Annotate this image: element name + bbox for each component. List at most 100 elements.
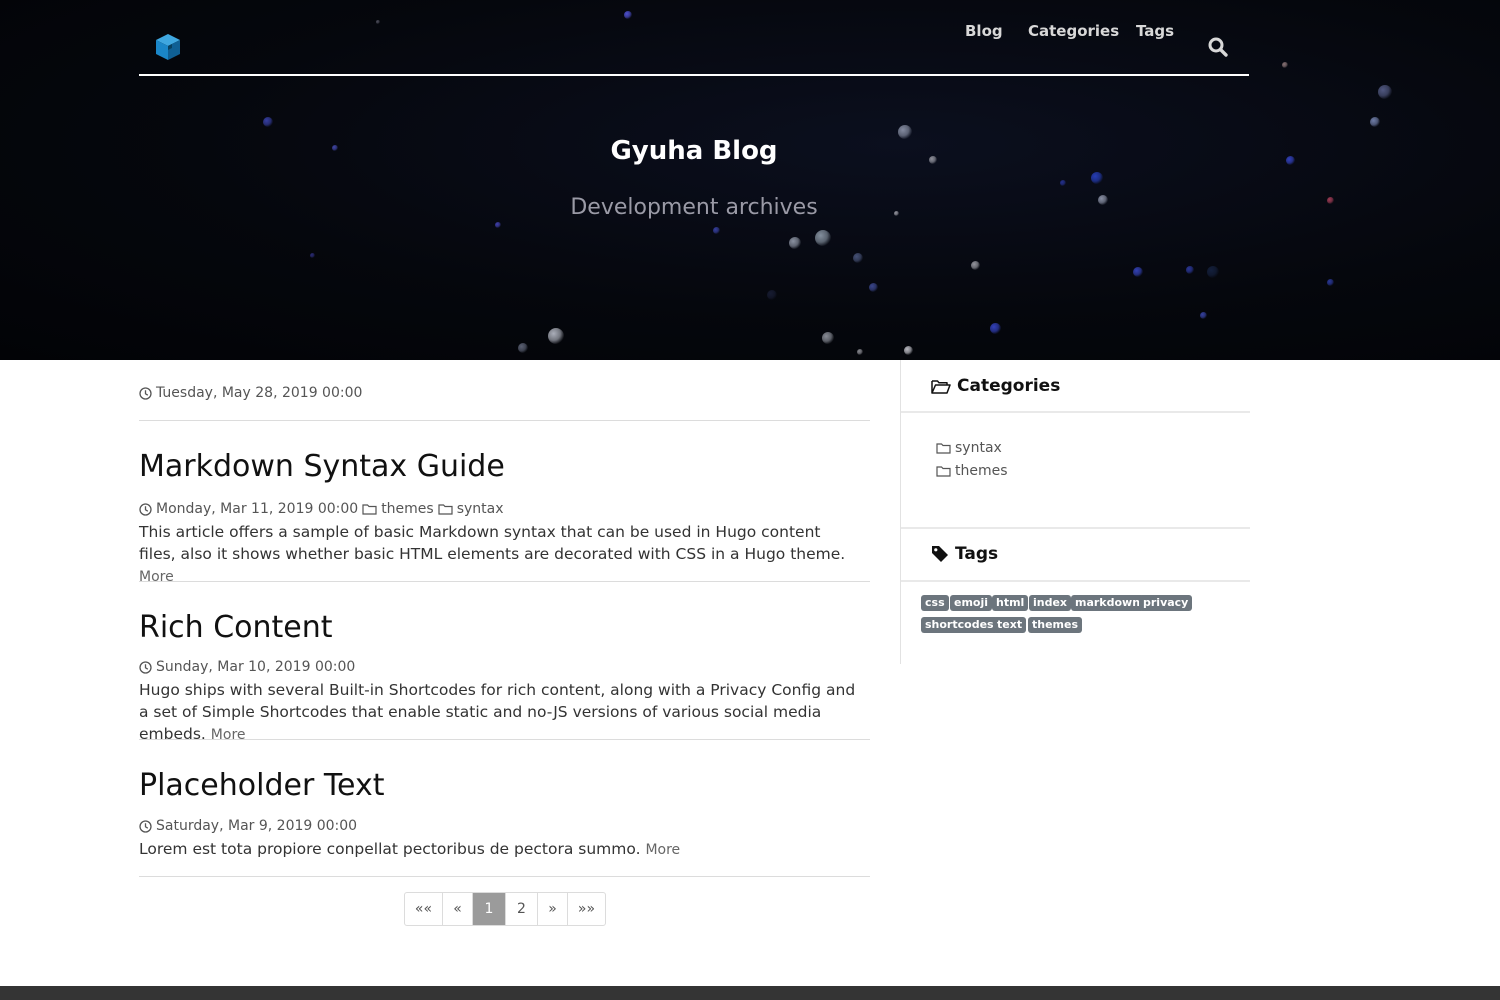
post-summary-text: Lorem est tota propiore conpellat pector… [139, 840, 641, 858]
folder-icon [362, 504, 377, 515]
more-link[interactable]: More [645, 842, 680, 858]
bokeh-particle [518, 343, 528, 353]
bokeh-particle [1199, 311, 1207, 319]
sidebar: Categories syntax themes Tags css emoji … [900, 360, 1250, 664]
pagination: «« « 1 2 » »» [404, 892, 606, 926]
bokeh-particle [624, 11, 632, 19]
post-category-link[interactable]: themes [381, 501, 434, 517]
bokeh-particle [432, 301, 435, 304]
post-title[interactable]: Rich Content [139, 610, 333, 645]
bokeh-particle [1186, 266, 1194, 274]
bokeh-particle [712, 226, 720, 234]
folder-icon [438, 504, 453, 515]
post-summary: Lorem est tota propiore conpellat pector… [139, 838, 859, 861]
category-label: syntax [955, 440, 1002, 456]
clock-icon [139, 819, 152, 833]
tag-css[interactable]: css [921, 595, 949, 611]
post-date: Monday, Mar 11, 2019 00:00 [156, 501, 359, 517]
category-link-themes[interactable]: themes [936, 463, 1008, 479]
bokeh-particle [767, 290, 777, 300]
clock-icon [139, 502, 152, 516]
post-summary: This article offers a sample of basic Ma… [139, 521, 859, 588]
bokeh-particle [1319, 119, 1322, 122]
page-prev[interactable]: « [442, 893, 472, 925]
post-date: Saturday, Mar 9, 2019 00:00 [156, 818, 358, 834]
bokeh-particle [1060, 180, 1066, 186]
tag-icon [932, 546, 948, 562]
bokeh-particle [822, 332, 834, 344]
featured-date-text: Tuesday, May 28, 2019 00:00 [156, 385, 363, 401]
page-first[interactable]: «« [405, 893, 442, 925]
divider [901, 527, 1250, 529]
nav-categories[interactable]: Categories [1028, 22, 1119, 40]
bokeh-particle [1207, 266, 1219, 278]
bokeh-particle [495, 222, 501, 228]
more-link[interactable]: More [139, 569, 174, 585]
bokeh-particle [263, 117, 273, 127]
bokeh-particle [1282, 62, 1288, 68]
nav-blog[interactable]: Blog [965, 22, 1003, 40]
divider [139, 739, 870, 740]
bokeh-particle [548, 328, 564, 344]
tags-heading: Tags [931, 544, 998, 564]
tag-text[interactable]: text [993, 617, 1027, 633]
cube-logo[interactable] [153, 32, 183, 62]
clock-icon [139, 660, 152, 674]
folder-icon [936, 443, 951, 454]
post-category-link[interactable]: syntax [457, 501, 504, 517]
divider [901, 580, 1250, 582]
bokeh-particle [815, 230, 831, 246]
bokeh-particle [1091, 172, 1103, 184]
folder-icon [936, 466, 951, 477]
post-meta: Saturday, Mar 9, 2019 00:00 [139, 818, 357, 834]
categories-heading: Categories [931, 376, 1060, 396]
divider [139, 876, 870, 877]
post-title[interactable]: Markdown Syntax Guide [139, 449, 505, 484]
bokeh-particle [857, 349, 863, 355]
tag-html[interactable]: html [992, 595, 1029, 611]
category-label: themes [955, 463, 1008, 479]
nav-tags[interactable]: Tags [1136, 22, 1174, 40]
tag-privacy[interactable]: privacy [1139, 595, 1193, 611]
tag-emoji[interactable]: emoji [950, 595, 993, 611]
bokeh-particle [1464, 41, 1467, 44]
bokeh-particle [1326, 278, 1334, 286]
site-subtitle: Development archives [570, 195, 818, 220]
bokeh-particle [868, 282, 878, 292]
page-next[interactable]: » [537, 893, 567, 925]
post-meta: Monday, Mar 11, 2019 00:00 themes syntax [139, 501, 504, 517]
tag-shortcodes[interactable]: shortcodes [921, 617, 998, 633]
bokeh-particle [1133, 267, 1143, 277]
navbar: Blog Categories Tags [139, 22, 1249, 76]
categories-heading-text: Categories [957, 376, 1061, 396]
divider [139, 581, 870, 582]
tag-markdown[interactable]: markdown [1071, 595, 1145, 611]
bokeh-particle [1370, 117, 1380, 127]
search-icon[interactable] [1207, 36, 1229, 58]
page-last[interactable]: »» [567, 893, 605, 925]
category-link-syntax[interactable]: syntax [936, 440, 1002, 456]
post-meta: Sunday, Mar 10, 2019 00:00 [139, 659, 355, 675]
bokeh-particle [309, 252, 315, 258]
tag-themes[interactable]: themes [1028, 617, 1083, 633]
page-2[interactable]: 2 [505, 893, 537, 925]
bokeh-particle [970, 260, 980, 270]
bokeh-particle [989, 322, 1001, 334]
post-summary-text: This article offers a sample of basic Ma… [139, 523, 846, 563]
hero-banner: Blog Categories Tags Gyuha Blog Developm… [0, 0, 1500, 360]
more-link[interactable]: More [211, 727, 246, 743]
bokeh-particle [1378, 85, 1392, 99]
clock-icon [139, 386, 152, 400]
post-date: Sunday, Mar 10, 2019 00:00 [156, 659, 356, 675]
divider [901, 411, 1250, 413]
tag-index[interactable]: index [1029, 595, 1072, 611]
page-1[interactable]: 1 [472, 893, 505, 925]
tags-heading-text: Tags [955, 544, 999, 564]
post-summary-text: Hugo ships with several Built-in Shortco… [139, 681, 856, 743]
site-title: Gyuha Blog [610, 136, 778, 166]
post-title[interactable]: Placeholder Text [139, 768, 385, 803]
bokeh-particle [853, 253, 863, 263]
bokeh-particle [789, 237, 801, 249]
post-summary: Hugo ships with several Built-in Shortco… [139, 679, 859, 746]
divider [139, 420, 870, 421]
